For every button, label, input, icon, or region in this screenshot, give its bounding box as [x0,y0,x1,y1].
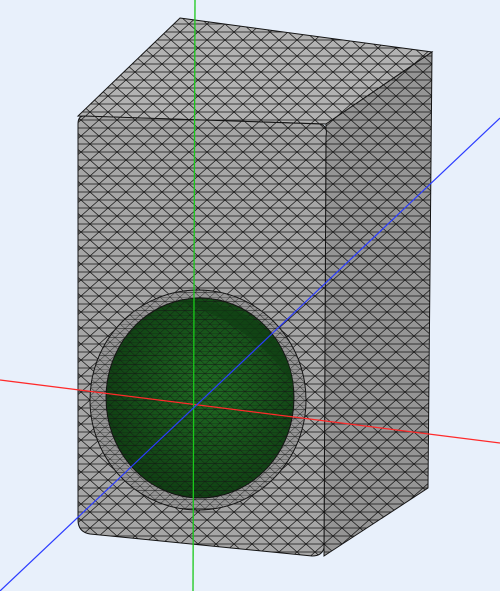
block-side-mesh [324,52,432,556]
mesh-scene[interactable] [0,0,500,591]
3d-viewport[interactable] [0,0,500,591]
